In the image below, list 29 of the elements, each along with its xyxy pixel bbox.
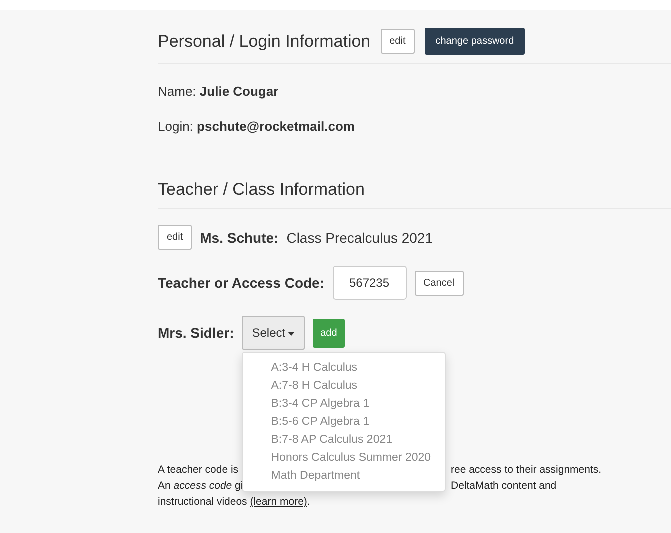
add-button[interactable]: add [312, 318, 346, 348]
dropdown-item[interactable]: B:3-4 CP Algebra 1 [243, 395, 446, 413]
note-text: DeltaMath content and [451, 479, 557, 494]
select-dropdown[interactable]: Select [242, 316, 305, 350]
note-text: ree access to their assignments. [451, 463, 602, 478]
dropdown-item[interactable]: B:5-6 CP Algebra 1 [243, 413, 446, 431]
code-label: Teacher or Access Code: [158, 275, 325, 291]
change-password-button[interactable]: change password [424, 28, 526, 55]
class-name: Class Precalculus 2021 [286, 230, 433, 246]
edit-button[interactable]: edit [380, 29, 415, 54]
teacher-label: Mrs. Sidler: [158, 325, 234, 341]
section-title: Teacher / Class Information [158, 180, 365, 200]
dropdown-item[interactable]: A:3-4 H Calculus [243, 359, 446, 377]
dropdown-item[interactable]: A:7-8 H Calculus [243, 377, 446, 395]
dropdown-item[interactable]: Honors Calculus Summer 2020 [243, 449, 446, 467]
profile-field: Login: pschute@rocketmail.com [158, 119, 671, 134]
dropdown-item[interactable]: Math Department [243, 467, 446, 485]
code-input-field[interactable]: 567235 [332, 266, 407, 300]
learn-more-link[interactable]: (learn more) [250, 496, 308, 508]
cancel-button[interactable]: Cancel [414, 270, 464, 296]
dropdown-item[interactable]: B:7-8 AP Calculus 2021 [243, 431, 446, 449]
edit-button[interactable]: edit [158, 225, 192, 250]
profile-field: Name: Julie Cougar [158, 84, 671, 99]
note-text: . [307, 496, 310, 508]
caret-icon [288, 332, 295, 336]
teacher-name: Ms. Schute: [200, 230, 279, 246]
note-text: A teacher code is [158, 463, 239, 478]
section-title: Personal / Login Information [158, 32, 371, 52]
note-text: instructional videos [158, 496, 248, 508]
